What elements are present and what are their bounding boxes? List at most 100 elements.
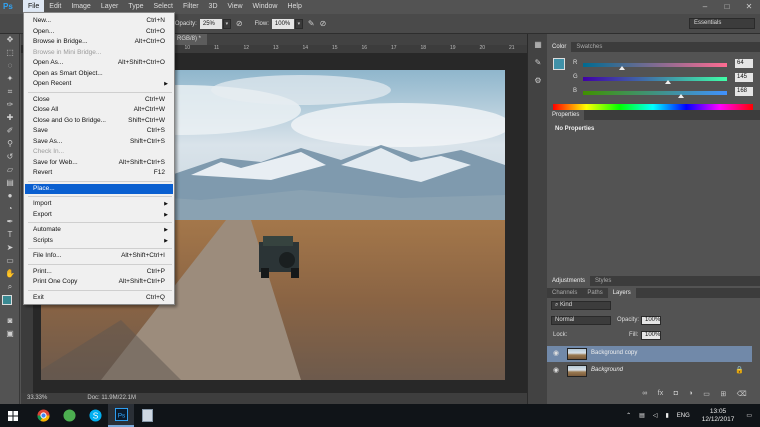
gradient-tool-icon[interactable]: ▤ [2,178,18,188]
marquee-tool-icon[interactable]: ⬚ [2,48,18,58]
minimize-button[interactable]: – [694,1,716,13]
adjustment-icon[interactable]: ◑ [688,390,692,398]
chrome-taskbar-button[interactable] [30,404,56,427]
menu-item-close[interactable]: Close Ctrl+W [25,95,173,105]
screen-mode-icon[interactable]: ▣ [2,329,18,339]
menu-help[interactable]: Help [282,0,306,14]
blend-mode-select[interactable]: Normal [551,316,611,325]
menu-item-exit[interactable]: Exit Ctrl+Q [25,293,173,303]
opacity-dropdown[interactable]: ▾ [222,18,231,29]
menu-filter[interactable]: Filter [178,0,204,14]
lasso-tool-icon[interactable]: ◌ [2,61,18,71]
hand-tool-icon[interactable]: ✋ [2,269,18,279]
layer-opacity-input[interactable]: 100% [641,316,661,325]
new-layer-icon[interactable]: ⊞ [720,390,726,398]
photoshop-taskbar-button[interactable]: Ps [108,404,134,427]
menu-item-print-one-copy[interactable]: Print One Copy Alt+Shift+Ctrl+P [25,277,173,287]
layer-row[interactable]: ◉ Background copy [547,346,752,362]
menu-item-export[interactable]: Export ▶ [25,210,173,220]
menu-item-revert[interactable]: Revert F12 [25,168,173,178]
menu-item-open-as-smart-object[interactable]: Open as Smart Object... [25,69,173,79]
menu-item-file-info[interactable]: File Info... Alt+Shift+Ctrl+I [25,251,173,261]
mask-icon[interactable]: ◘ [674,390,678,398]
airbrush-icon[interactable]: ✎ [308,19,315,28]
layer-fill-input[interactable]: 100% [641,331,661,340]
opacity-input[interactable]: 25% [199,18,222,29]
path-select-tool-icon[interactable]: ➤ [2,243,18,253]
flow-input[interactable]: 100% [271,18,294,29]
layer-row[interactable]: ◉ Background 🔒 [547,363,752,379]
blue-value[interactable]: 168 [735,87,753,96]
start-button[interactable] [0,404,26,427]
menu-item-print[interactable]: Print... Ctrl+P [25,267,173,277]
tab-styles[interactable]: Styles [590,276,616,286]
menu-item-scripts[interactable]: Scripts ▶ [25,236,173,246]
maximize-button[interactable]: □ [716,1,738,13]
blur-tool-icon[interactable]: ● [2,191,18,201]
app-taskbar-button[interactable] [56,404,82,427]
folder-icon[interactable]: ▭ [703,390,710,398]
blue-slider[interactable]: B 168 [555,87,755,98]
tab-channels[interactable]: Channels [547,288,582,298]
battery-icon[interactable]: ▮ [665,412,668,419]
menu-item-save-for-web[interactable]: Save for Web... Alt+Shift+Ctrl+S [25,158,173,168]
workspace-switcher[interactable]: Essentials [689,18,755,29]
blue-track[interactable] [583,91,727,95]
pen-tool-icon[interactable]: ✒ [2,217,18,227]
eraser-tool-icon[interactable]: ▱ [2,165,18,175]
green-thumb[interactable] [665,80,671,84]
close-window-button[interactable]: ✕ [738,1,760,13]
menu-3d[interactable]: 3D [204,0,223,14]
green-value[interactable]: 145 [735,73,753,82]
menu-item-automate[interactable]: Automate ▶ [25,225,173,235]
tab-adjustments[interactable]: Adjustments [547,276,591,286]
pressure-opacity-icon[interactable]: ⊘ [236,19,243,28]
green-slider[interactable]: G 145 [555,73,755,84]
history-panel-icon[interactable]: ▦ [531,40,545,52]
flow-dropdown[interactable]: ▾ [294,18,303,29]
zoom-tool-icon[interactable]: ⌕ [2,282,18,292]
type-tool-icon[interactable]: T [2,230,18,240]
tab-properties[interactable]: Properties [547,110,585,120]
menu-item-close-all[interactable]: Close All Alt+Ctrl+W [25,105,173,115]
menu-item-place[interactable]: Place... [25,183,173,194]
pressure-size-icon[interactable]: ⊘ [320,19,327,28]
red-slider[interactable]: R 64 [555,59,755,70]
tab-paths[interactable]: Paths [582,288,607,298]
red-value[interactable]: 64 [735,59,753,68]
quick-mask-icon[interactable]: ◙ [2,316,18,326]
chevron-up-icon[interactable]: ⌃ [626,412,631,419]
tab-layers[interactable]: Layers [607,288,636,298]
eyedropper-tool-icon[interactable]: ✑ [2,100,18,110]
link-icon[interactable]: ∞ [642,390,647,398]
quick-select-tool-icon[interactable]: ✦ [2,74,18,84]
menu-item-new[interactable]: New... Ctrl+N [25,16,173,26]
crop-tool-icon[interactable]: ⌗ [2,87,18,97]
dodge-tool-icon[interactable]: ◔ [2,204,18,214]
menu-item-save-as[interactable]: Save As... Shift+Ctrl+S [25,137,173,147]
red-thumb[interactable] [619,66,625,70]
zoom-level[interactable]: 33.33% [27,393,47,404]
network-icon[interactable]: ▤ [639,412,645,419]
notification-icon[interactable]: ▭ [746,412,752,419]
brush-panel-icon[interactable]: ✎ [531,58,545,70]
brush-tool-icon[interactable]: ✐ [2,126,18,136]
layer-filter-kind[interactable]: ⌕ Kind [551,301,611,310]
menu-item-close-and-go-to-bridge[interactable]: Close and Go to Bridge... Shift+Ctrl+W [25,116,173,126]
menu-item-open-as[interactable]: Open As... Alt+Shift+Ctrl+O [25,58,173,68]
stamp-tool-icon[interactable]: ⚲ [2,139,18,149]
move-tool-icon[interactable]: ✥ [2,35,18,45]
healing-tool-icon[interactable]: ✚ [2,113,18,123]
blue-thumb[interactable] [678,94,684,98]
menu-item-import[interactable]: Import ▶ [25,199,173,209]
menu-item-save[interactable]: Save Ctrl+S [25,126,173,136]
menu-window[interactable]: Window [248,0,283,14]
language-indicator[interactable]: ENG [677,413,690,419]
file-taskbar-button[interactable] [134,404,160,427]
document-tab[interactable]: RGB/8) * [171,34,208,45]
green-track[interactable] [583,77,727,81]
fx-icon[interactable]: fx [658,390,663,398]
history-brush-tool-icon[interactable]: ↺ [2,152,18,162]
red-track[interactable] [583,63,727,67]
eye-icon[interactable]: ◉ [553,366,559,374]
